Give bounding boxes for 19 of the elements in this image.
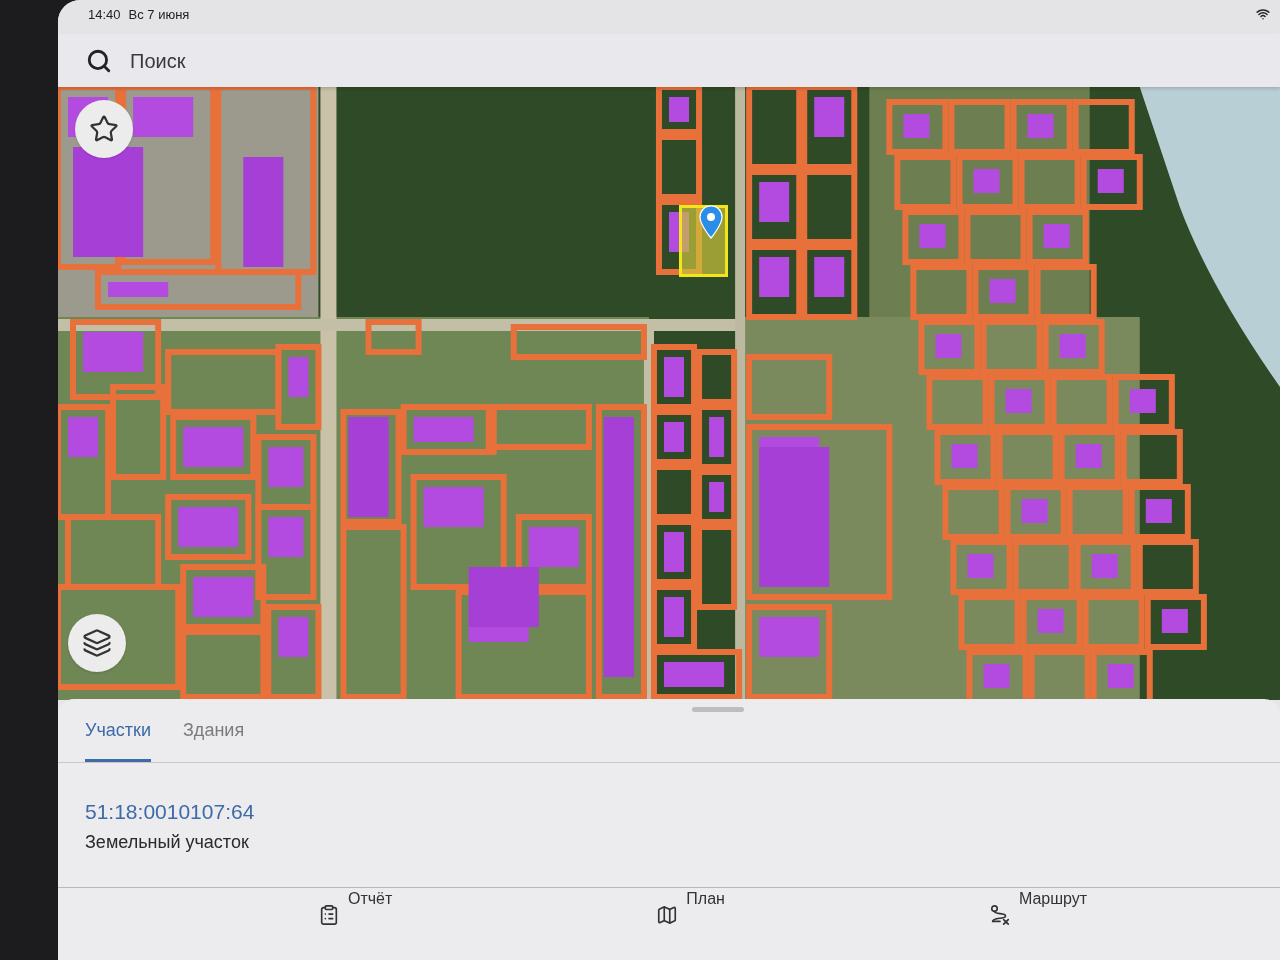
folded-map-icon xyxy=(656,904,679,926)
search-field[interactable]: Поиск xyxy=(130,45,530,76)
action-button[interactable]: Отчёт xyxy=(318,890,393,926)
map-pin-icon xyxy=(699,205,723,239)
wifi-icon xyxy=(1256,7,1270,21)
status-time: 14:40 xyxy=(88,7,121,23)
parcel-type: Земельный участок xyxy=(85,831,249,854)
tab[interactable]: Здания xyxy=(183,719,245,762)
cadastral-number[interactable]: 51:18:0010107:64 xyxy=(85,799,255,825)
sheet-handle[interactable] xyxy=(692,707,744,712)
action-button[interactable]: Маршрут xyxy=(988,890,1088,926)
route-icon xyxy=(988,904,1011,926)
tab[interactable]: Участки xyxy=(85,719,151,762)
status-date: Вс 7 июня xyxy=(128,7,190,23)
action-button[interactable]: План xyxy=(656,890,725,926)
clipboard-icon xyxy=(318,904,340,926)
star-icon xyxy=(89,114,119,144)
search-icon xyxy=(86,47,112,74)
layers-icon xyxy=(82,628,112,658)
